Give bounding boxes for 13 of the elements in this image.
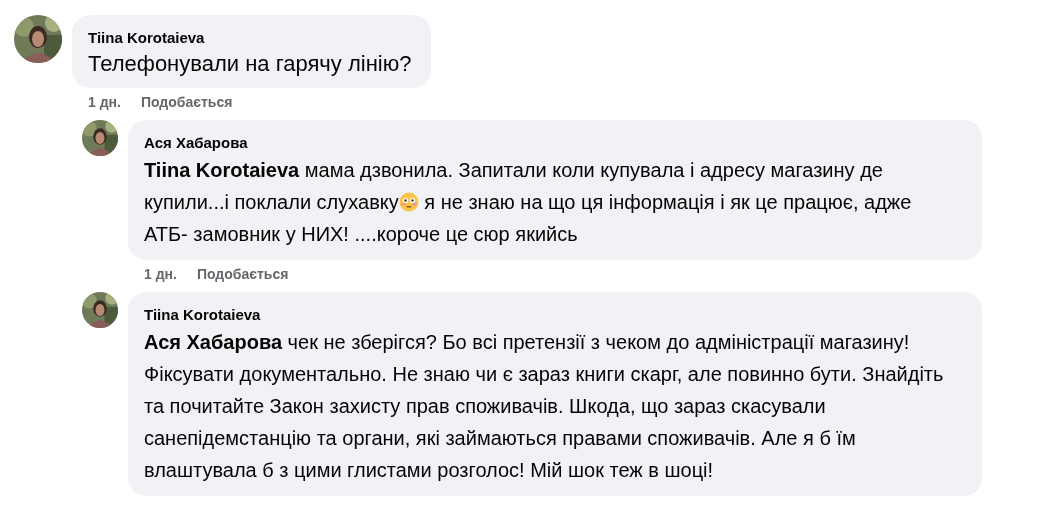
flushed-face-emoji-icon [398, 192, 419, 212]
like-link[interactable]: Подобається [140, 92, 233, 112]
comment-text: Ася Хабарова чек не зберігся? Бо всі претензії з чеком до адміністрації магазину! Фіксувати документально. Не знаю чи є зараз книги скарг, але повинно бути. Знайдіть та почитайте Закон захисту прав споживачів. Шкода, що зараз скасували санепідемстанцію та органи, які займаються правами споживачів. Але я б їм влаштувала б з цими глистами розголос! Мій шок теж в шоці! [144, 330, 945, 483]
comment-text: Tiina Korotaieva мама дзвонила. Запитали коли купувала і адресу магазину де купили...і поклали слухавку я не знаю на що ця інформація і як це працює, адже АТБ- замовник у НИХ! ....короче це сюр якийсь [144, 158, 913, 247]
author-name[interactable]: Ася Хабарова [144, 132, 966, 154]
timestamp-link[interactable]: 1 дн. [88, 92, 121, 112]
mention-link[interactable]: Ася Хабарова [144, 331, 283, 353]
like-link[interactable]: Подобається [196, 264, 289, 284]
timestamp-link[interactable]: 1 дн. [144, 264, 177, 284]
author-name[interactable]: Tiina Korotaieva [144, 304, 966, 326]
comment-text: Телефонували на гарячу лінію? [88, 50, 412, 78]
author-name[interactable]: Tiina Korotaieva [88, 27, 412, 49]
mention-link[interactable]: Tiina Korotaieva [144, 159, 300, 181]
